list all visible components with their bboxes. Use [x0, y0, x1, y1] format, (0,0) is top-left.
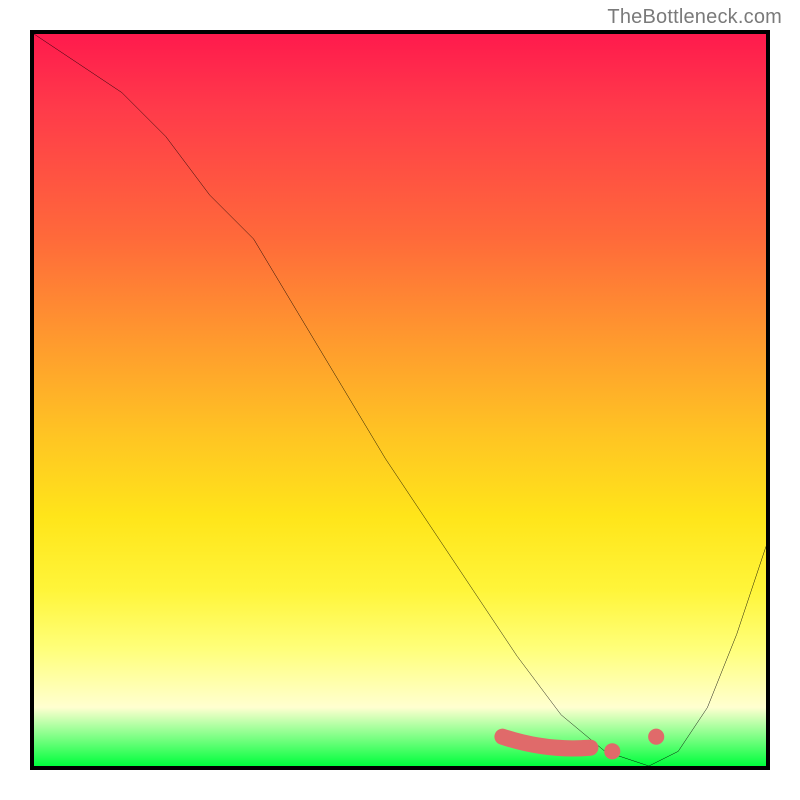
chart-curve-layer [34, 34, 766, 766]
attribution-label: TheBottleneck.com [607, 6, 782, 29]
main-curve [34, 34, 766, 766]
trough-dot-2 [648, 729, 664, 745]
trough-blob [502, 737, 590, 749]
chart-frame [30, 30, 770, 770]
trough-dot-1 [604, 743, 620, 759]
